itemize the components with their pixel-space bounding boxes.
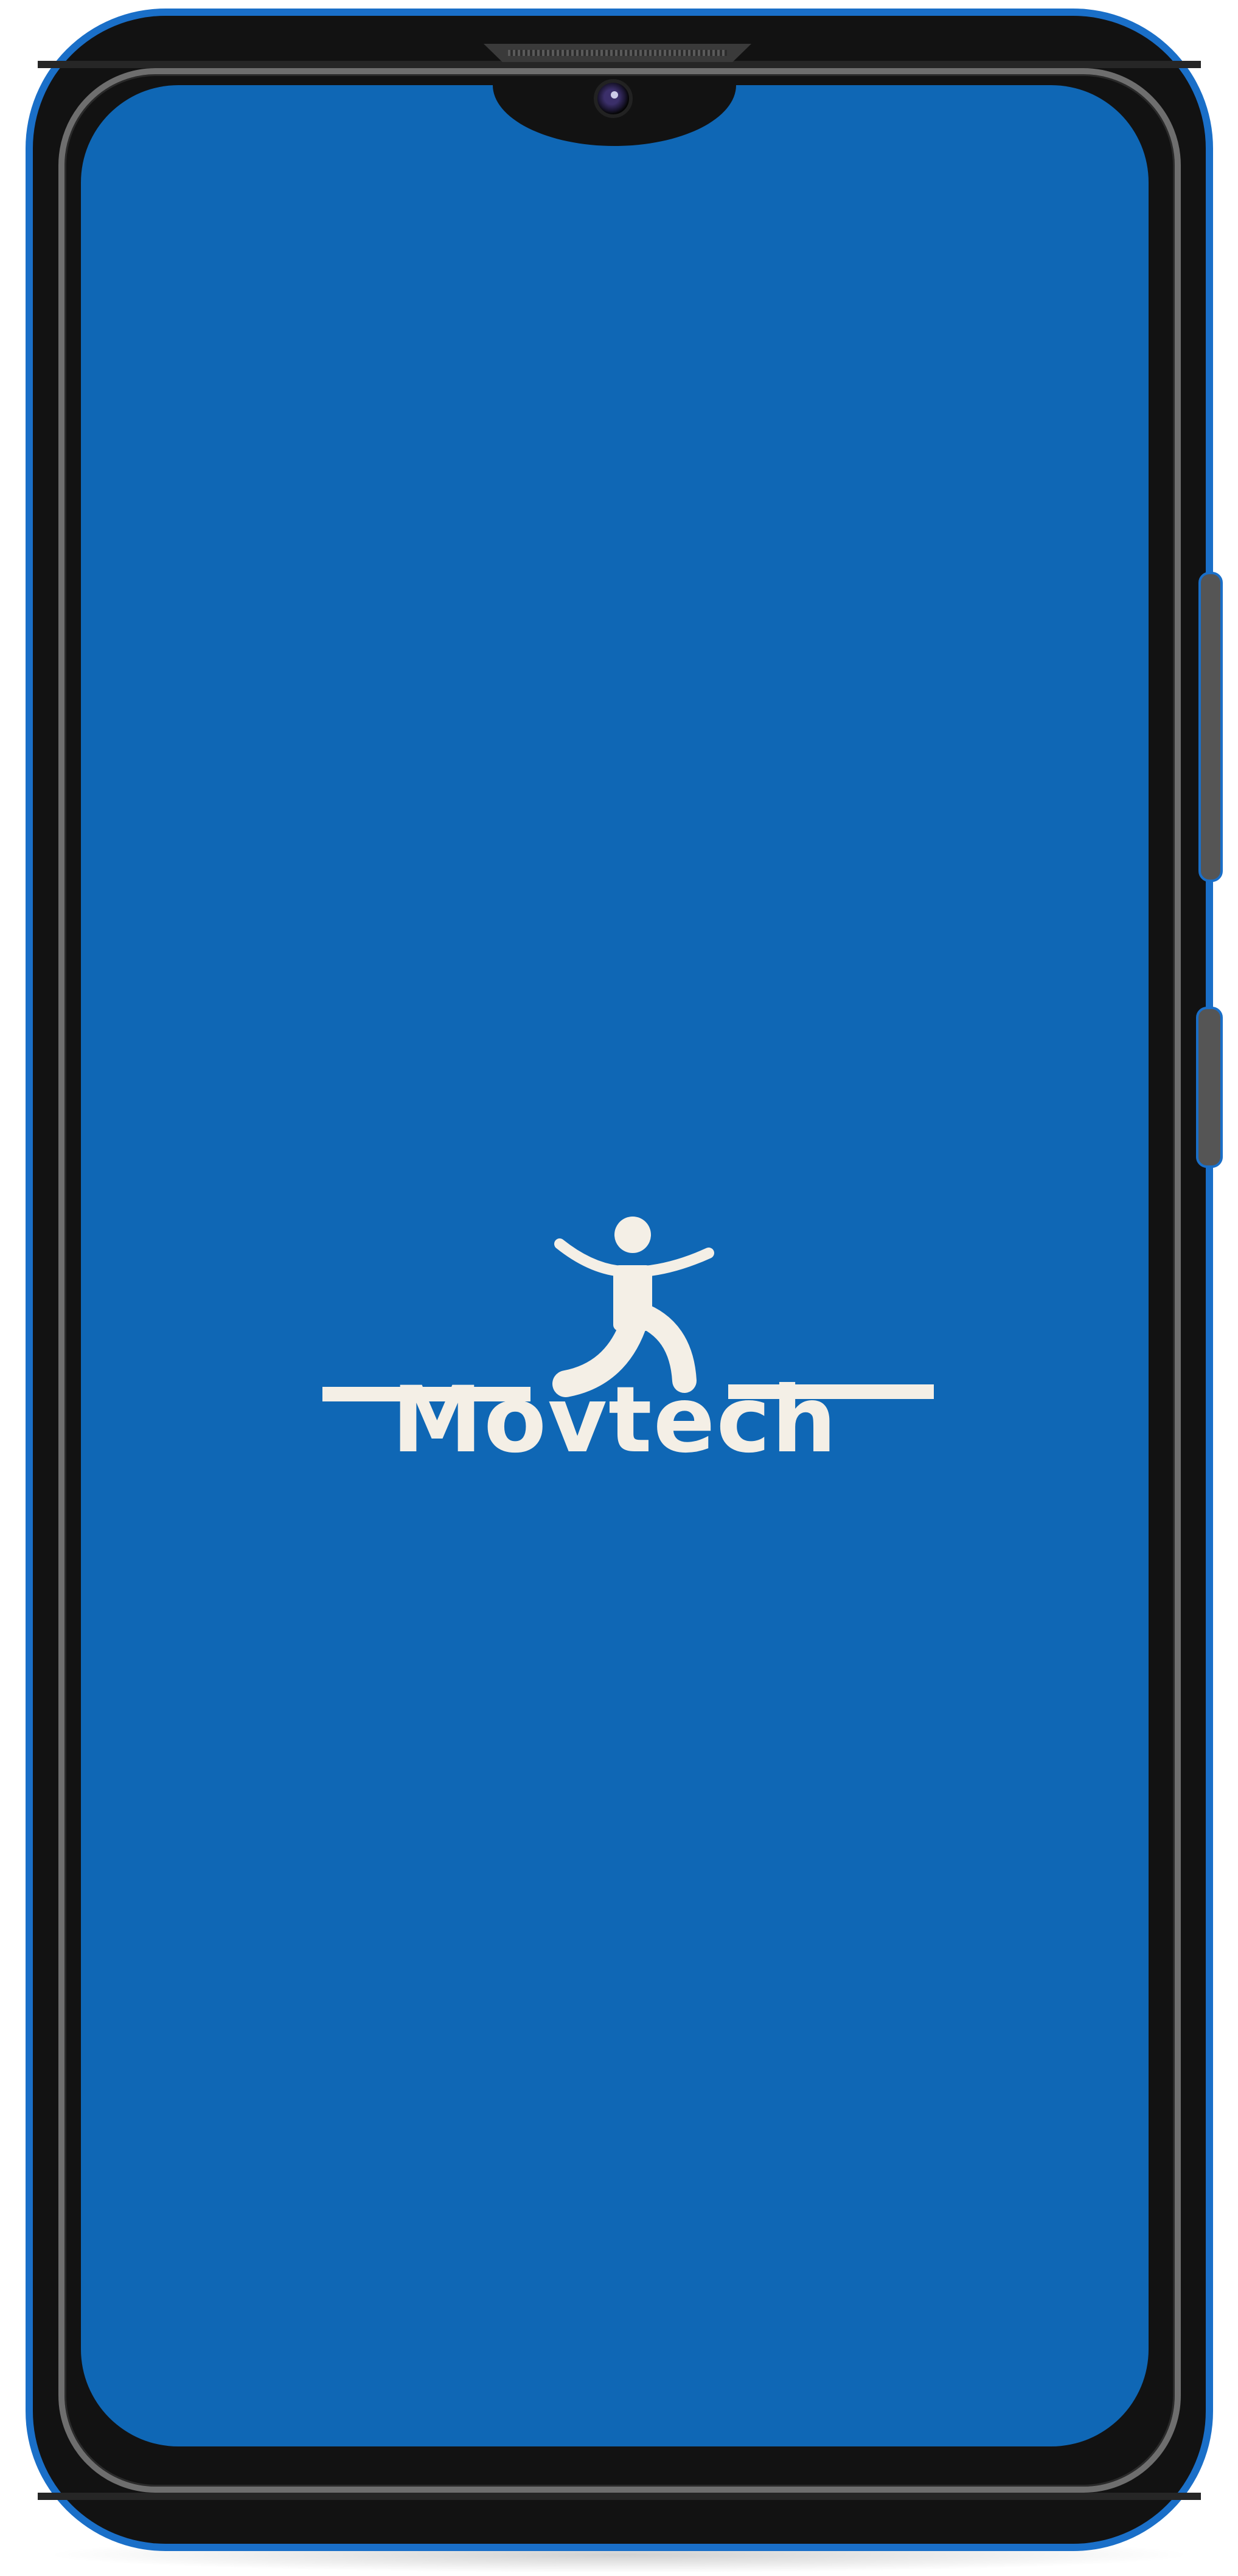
figure-head bbox=[614, 1217, 651, 1253]
power-button[interactable] bbox=[1196, 1007, 1223, 1168]
splash-screen: Movtech bbox=[81, 85, 1149, 2446]
volume-button[interactable] bbox=[1198, 572, 1223, 882]
splash-logo: Movtech bbox=[81, 85, 1149, 2446]
device-bottom-band bbox=[38, 2493, 1201, 2500]
front-camera-icon bbox=[594, 79, 633, 118]
brand-name: Movtech bbox=[391, 1367, 838, 1473]
earpiece-speaker bbox=[484, 44, 751, 62]
